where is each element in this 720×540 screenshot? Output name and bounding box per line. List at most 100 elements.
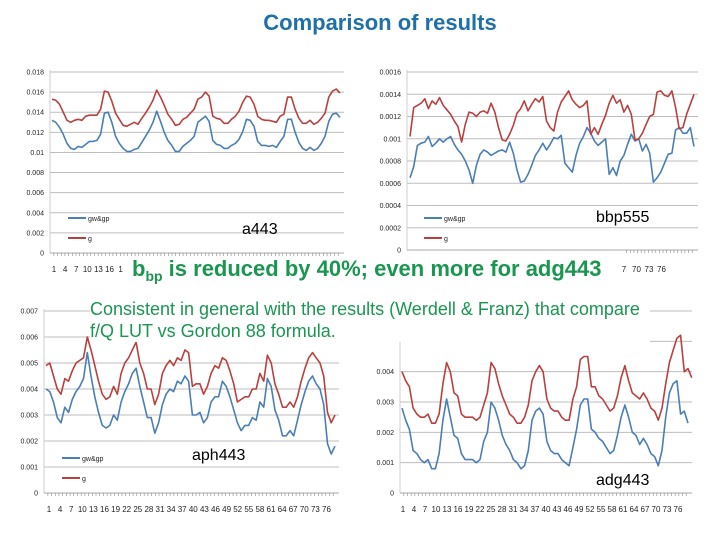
x-tick-label: 16 bbox=[105, 265, 114, 274]
legend-label: gw&gp bbox=[82, 456, 104, 463]
x-tick-label: 40 bbox=[542, 505, 551, 514]
x-tick-label: 43 bbox=[200, 505, 209, 514]
x-tick-label: 76 bbox=[657, 265, 666, 274]
x-tick-label: 76 bbox=[674, 505, 683, 514]
x-tick-label: 46 bbox=[211, 505, 220, 514]
x-tick-label: 49 bbox=[222, 505, 231, 514]
x-tick-label: 28 bbox=[498, 505, 507, 514]
y-tick-label: 0 bbox=[40, 251, 44, 258]
x-tick-label: 7 bbox=[69, 505, 74, 514]
x-tick-label: 55 bbox=[244, 505, 253, 514]
y-tick-label: 0.002 bbox=[376, 430, 394, 437]
chart-label-bbp555: bbp555 bbox=[596, 209, 649, 226]
x-tick-label: 1 bbox=[52, 265, 57, 274]
x-tick-label: 43 bbox=[553, 505, 562, 514]
x-tick-label: 58 bbox=[608, 505, 617, 514]
legend-label: gw&gp bbox=[88, 216, 110, 223]
y-tick-label: 0.012 bbox=[26, 130, 44, 137]
y-tick-label: 0.004 bbox=[20, 387, 38, 394]
x-tick-label: 7 bbox=[74, 265, 79, 274]
x-tick-label: 16 bbox=[100, 505, 109, 514]
chart-label-aph443: aph443 bbox=[192, 447, 245, 464]
legend-label: g bbox=[82, 476, 86, 483]
y-tick-label: 0.003 bbox=[376, 400, 394, 407]
y-tick-label: 0.016 bbox=[26, 90, 44, 97]
y-tick-label: 0.018 bbox=[26, 70, 44, 77]
y-tick-label: 0.001 bbox=[383, 136, 401, 143]
y-tick-label: 0.007 bbox=[20, 309, 38, 316]
x-tick-label: 37 bbox=[178, 505, 187, 514]
x-tick-label: 1 bbox=[47, 505, 52, 514]
x-tick-label: 52 bbox=[586, 505, 595, 514]
y-tick-label: 0 bbox=[34, 491, 38, 498]
x-tick-label: 49 bbox=[575, 505, 584, 514]
headline-subscript: bp bbox=[145, 268, 163, 284]
x-tick-label: 70 bbox=[300, 505, 309, 514]
y-tick-label: 0.006 bbox=[20, 335, 38, 342]
x-tick-label: 10 bbox=[78, 505, 87, 514]
x-tick-label: 67 bbox=[641, 505, 650, 514]
x-tick-label: 10 bbox=[432, 505, 441, 514]
headline-rest: is reduced by 40%; even more for adg443 bbox=[162, 256, 602, 281]
x-tick-label: 1 bbox=[401, 505, 406, 514]
chart-label-adg443: adg443 bbox=[596, 472, 649, 489]
x-tick-label: 31 bbox=[156, 505, 165, 514]
x-tick-label: 4 bbox=[58, 505, 63, 514]
x-tick-label: 7 bbox=[622, 265, 627, 274]
x-tick-label: 64 bbox=[630, 505, 639, 514]
y-tick-label: 0.0002 bbox=[380, 225, 402, 232]
chart-label-a443: a443 bbox=[242, 221, 278, 238]
y-tick-label: 0.002 bbox=[26, 230, 44, 237]
x-tick-label: 61 bbox=[619, 505, 628, 514]
x-tick-label: 10 bbox=[83, 265, 92, 274]
x-tick-label: 13 bbox=[94, 265, 103, 274]
x-tick-label: 34 bbox=[167, 505, 176, 514]
x-tick-label: 19 bbox=[111, 505, 120, 514]
y-tick-label: 0.004 bbox=[26, 210, 44, 217]
y-tick-label: 0.0004 bbox=[380, 203, 402, 210]
y-tick-label: 0 bbox=[390, 491, 394, 498]
x-tick-label: 4 bbox=[412, 505, 417, 514]
y-tick-label: 0.006 bbox=[26, 190, 44, 197]
x-tick-label: 52 bbox=[233, 505, 242, 514]
y-tick-label: 0 bbox=[397, 248, 401, 255]
legend-label: g bbox=[444, 236, 448, 243]
series-line-g bbox=[45, 336, 336, 424]
y-tick-label: 0.0012 bbox=[380, 114, 402, 121]
y-tick-label: 0.002 bbox=[20, 439, 38, 446]
x-tick-label: 19 bbox=[465, 505, 474, 514]
series-line-gw-gp bbox=[409, 126, 695, 185]
body-text: Consistent in general with the results (… bbox=[90, 298, 650, 342]
y-tick-label: 0.0006 bbox=[380, 181, 402, 188]
y-tick-label: 0.001 bbox=[376, 460, 394, 467]
x-tick-label: 61 bbox=[267, 505, 276, 514]
x-tick-label: 73 bbox=[663, 505, 672, 514]
x-tick-label: 13 bbox=[443, 505, 452, 514]
series-line-g bbox=[51, 88, 341, 128]
legend-label: gw&gp bbox=[444, 216, 466, 223]
y-tick-label: 0.008 bbox=[26, 170, 44, 177]
x-tick-label: 13 bbox=[89, 505, 98, 514]
y-tick-label: 0.005 bbox=[20, 361, 38, 368]
y-tick-label: 0.0014 bbox=[380, 92, 402, 99]
x-tick-label: 1 bbox=[118, 265, 123, 274]
series-line-gw-gp bbox=[401, 379, 689, 470]
x-tick-label: 28 bbox=[144, 505, 153, 514]
y-tick-label: 0.0016 bbox=[380, 70, 402, 77]
x-tick-label: 22 bbox=[122, 505, 131, 514]
y-tick-label: 0.003 bbox=[20, 413, 38, 420]
x-tick-label: 37 bbox=[531, 505, 540, 514]
x-tick-label: 64 bbox=[278, 505, 287, 514]
x-tick-label: 73 bbox=[645, 265, 654, 274]
series-line-gw-gp bbox=[51, 110, 341, 153]
x-tick-label: 67 bbox=[289, 505, 298, 514]
x-tick-label: 70 bbox=[632, 265, 641, 274]
x-tick-label: 58 bbox=[255, 505, 264, 514]
x-tick-label: 34 bbox=[520, 505, 529, 514]
y-tick-label: 0.01 bbox=[30, 150, 44, 157]
x-tick-label: 7 bbox=[423, 505, 428, 514]
x-tick-label: 55 bbox=[597, 505, 606, 514]
x-tick-label: 25 bbox=[487, 505, 496, 514]
y-tick-label: 0.004 bbox=[376, 369, 394, 376]
y-tick-label: 0.001 bbox=[20, 465, 38, 472]
